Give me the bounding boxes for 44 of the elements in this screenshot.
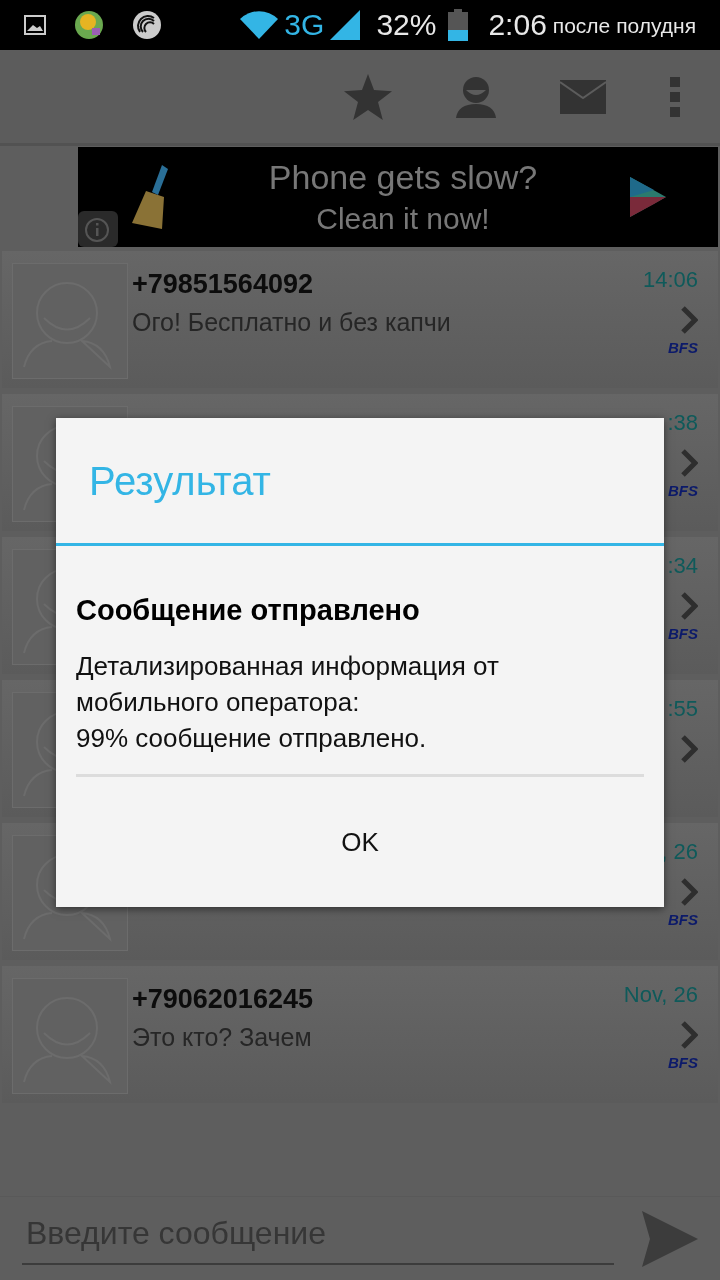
bfs-label: BFS <box>668 1053 698 1073</box>
message-preview: Ого! Бесплатно и без капчи <box>132 307 452 338</box>
info-icon[interactable] <box>78 211 118 247</box>
chevron-icon <box>680 448 698 478</box>
sender-number: +79062016245 <box>132 983 314 1016</box>
ad-subline: Clean it now! <box>316 201 490 237</box>
chevron-icon <box>680 305 698 335</box>
message-time: :34 <box>667 552 698 580</box>
message-preview: Это кто? Зачем <box>132 1022 313 1053</box>
chevron-icon <box>680 1020 698 1050</box>
mail-icon[interactable] <box>560 79 606 114</box>
sender-number: +79851564092 <box>132 268 314 301</box>
dialog-message: Детализированная информация от мобильного оператора: <box>76 650 500 719</box>
chevron-icon <box>680 734 698 764</box>
ok-button[interactable]: OK <box>56 777 664 907</box>
battery-icon <box>448 9 469 41</box>
message-time: Nov, 26 <box>623 981 698 1009</box>
chevron-icon <box>680 591 698 621</box>
message-time: :38 <box>667 409 698 437</box>
picture-icon <box>24 15 46 35</box>
clock-period: после полудня <box>552 14 696 36</box>
signal-icon <box>330 10 361 40</box>
bfs-label: BFS <box>668 338 698 358</box>
battery-percent: 32% <box>376 10 437 40</box>
message-time: 14:06 <box>642 266 698 294</box>
send-icon[interactable] <box>642 1210 698 1267</box>
wifi-icon <box>240 11 279 39</box>
chevron-icon <box>680 877 698 907</box>
ad-headline: Phone gets slow? <box>268 157 538 198</box>
overflow-menu-icon[interactable] <box>670 76 680 117</box>
dialog-heading: Сообщение отправлено <box>76 593 421 628</box>
dialog-message: 99% сообщение отправлено. <box>76 722 428 755</box>
dialog-title: Результат <box>89 457 271 505</box>
bfs-label: BFS <box>668 481 698 501</box>
play-store-icon <box>630 177 666 217</box>
message-time: :55 <box>667 695 698 723</box>
clock-time: 2:06 <box>488 10 547 40</box>
bfs-label: BFS <box>668 624 698 644</box>
app-icon <box>74 10 104 40</box>
network-type: 3G <box>284 10 325 40</box>
ad-banner[interactable]: Phone gets slow? Clean it now! <box>78 147 718 247</box>
person-icon[interactable] <box>456 75 496 118</box>
bfs-label: BFS <box>668 910 698 930</box>
star-icon[interactable] <box>344 73 392 120</box>
